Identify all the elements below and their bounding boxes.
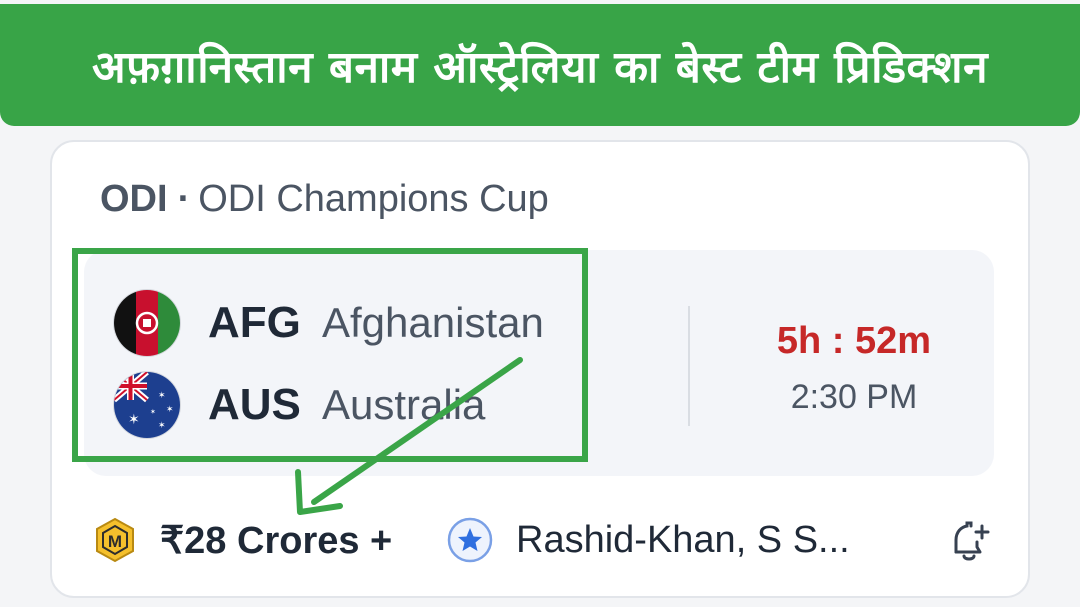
match-start-time: 2:30 PM bbox=[790, 378, 918, 416]
star-badge-icon bbox=[447, 517, 493, 563]
meta-separator: · bbox=[177, 178, 191, 220]
tournament-name: ODI Champions Cup bbox=[198, 178, 549, 220]
title-banner: अफ़ग़ानिस्तान बनाम ऑस्ट्रेलिया का बेस्ट … bbox=[0, 4, 1080, 126]
prize-pool[interactable]: M ₹28 Crores + bbox=[92, 510, 392, 570]
expert-names: Rashid-Khan, S S... bbox=[516, 518, 850, 561]
bell-plus-icon[interactable] bbox=[942, 514, 996, 568]
match-meta: ODI · ODI Champions Cup bbox=[100, 178, 549, 221]
expert-picks[interactable]: Rashid-Khan, S S... bbox=[446, 510, 850, 570]
teams-highlight-box bbox=[72, 248, 588, 462]
svg-text:M: M bbox=[108, 532, 122, 551]
match-format: ODI bbox=[100, 178, 168, 220]
card-footer: M ₹28 Crores + Rashid-Khan, S S... bbox=[92, 510, 992, 570]
prize-amount: ₹28 Crores + bbox=[160, 519, 393, 562]
mega-contest-icon: M bbox=[96, 517, 134, 563]
match-countdown: 5h : 52m bbox=[776, 320, 932, 362]
banner-title: अफ़ग़ानिस्तान बनाम ऑस्ट्रेलिया का बेस्ट … bbox=[92, 42, 988, 93]
panel-divider bbox=[688, 306, 690, 426]
match-card[interactable]: ODI·ODI Champions Cup AFG Afghanistan bbox=[50, 140, 1030, 598]
